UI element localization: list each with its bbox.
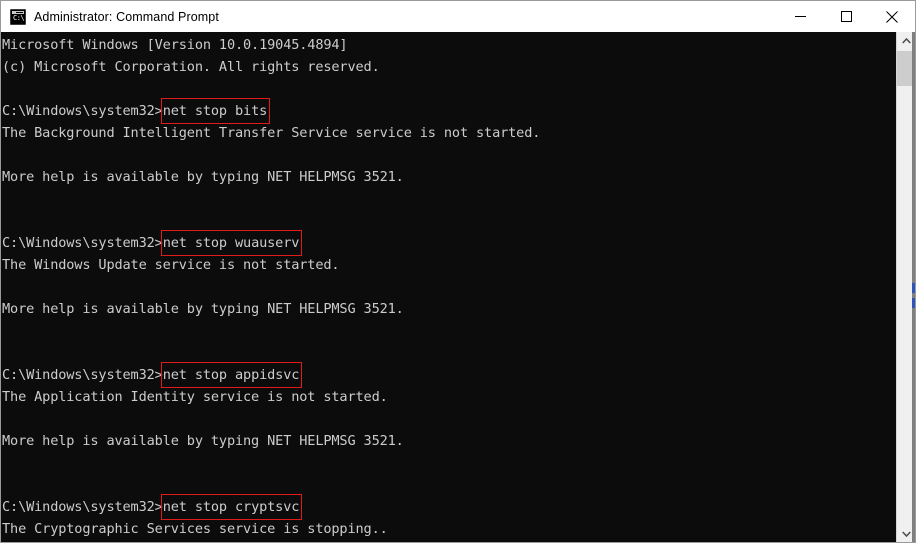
command-prompt-icon[interactable]: C:\. [10, 8, 26, 25]
console-command-line: C:\Windows\system32>net stop wuauserv [2, 232, 540, 254]
vertical-scrollbar[interactable] [896, 32, 915, 542]
console-prompt: C:\Windows\system32> [2, 367, 163, 383]
icon-prompt-glyph: C:\. [13, 13, 24, 22]
command-prompt-window: C:\. Administrator: Command Prompt Micro… [0, 0, 916, 543]
console-prompt: C:\Windows\system32> [2, 103, 163, 119]
console-output-line: More help is available by typing NET HEL… [2, 433, 404, 449]
console-output-line: The Background Intelligent Transfer Serv… [2, 125, 541, 141]
window-title: Administrator: Command Prompt [34, 9, 219, 24]
maximize-button[interactable] [823, 1, 869, 32]
console-output-line: The Cryptographic Services service is st… [2, 521, 388, 537]
console-output-line: The Application Identity service is not … [2, 389, 388, 405]
console-prompt: C:\Windows\system32> [2, 235, 163, 251]
console-output-line: Microsoft Windows [Version 10.0.19045.48… [2, 37, 348, 53]
close-button[interactable] [869, 1, 915, 32]
window-controls [777, 1, 915, 32]
console-command-line: C:\Windows\system32>net stop cryptsvc [2, 496, 540, 518]
console-command-line: C:\Windows\system32>net stop bits [2, 100, 540, 122]
window-right-edge [912, 32, 915, 542]
console-command-line: C:\Windows\system32>net stop appidsvc [2, 364, 540, 386]
console-output-line: The Windows Update service is not starte… [2, 257, 340, 273]
console-output-area[interactable]: Microsoft Windows [Version 10.0.19045.48… [1, 32, 896, 542]
highlighted-command: net stop appidsvc [162, 363, 302, 387]
edge-artifact-mark [912, 298, 915, 308]
edge-artifact-mark [912, 283, 915, 293]
console-text: Microsoft Windows [Version 10.0.19045.48… [2, 34, 541, 542]
highlighted-command: net stop bits [162, 99, 269, 123]
minimize-button[interactable] [777, 1, 823, 32]
console-output-line: More help is available by typing NET HEL… [2, 169, 404, 185]
console-output-line: (c) Microsoft Corporation. All rights re… [2, 59, 380, 75]
highlighted-command: net stop wuauserv [162, 231, 302, 255]
console-prompt: C:\Windows\system32> [2, 499, 163, 515]
console-output-line: More help is available by typing NET HEL… [2, 301, 404, 317]
highlighted-command: net stop cryptsvc [162, 495, 302, 519]
